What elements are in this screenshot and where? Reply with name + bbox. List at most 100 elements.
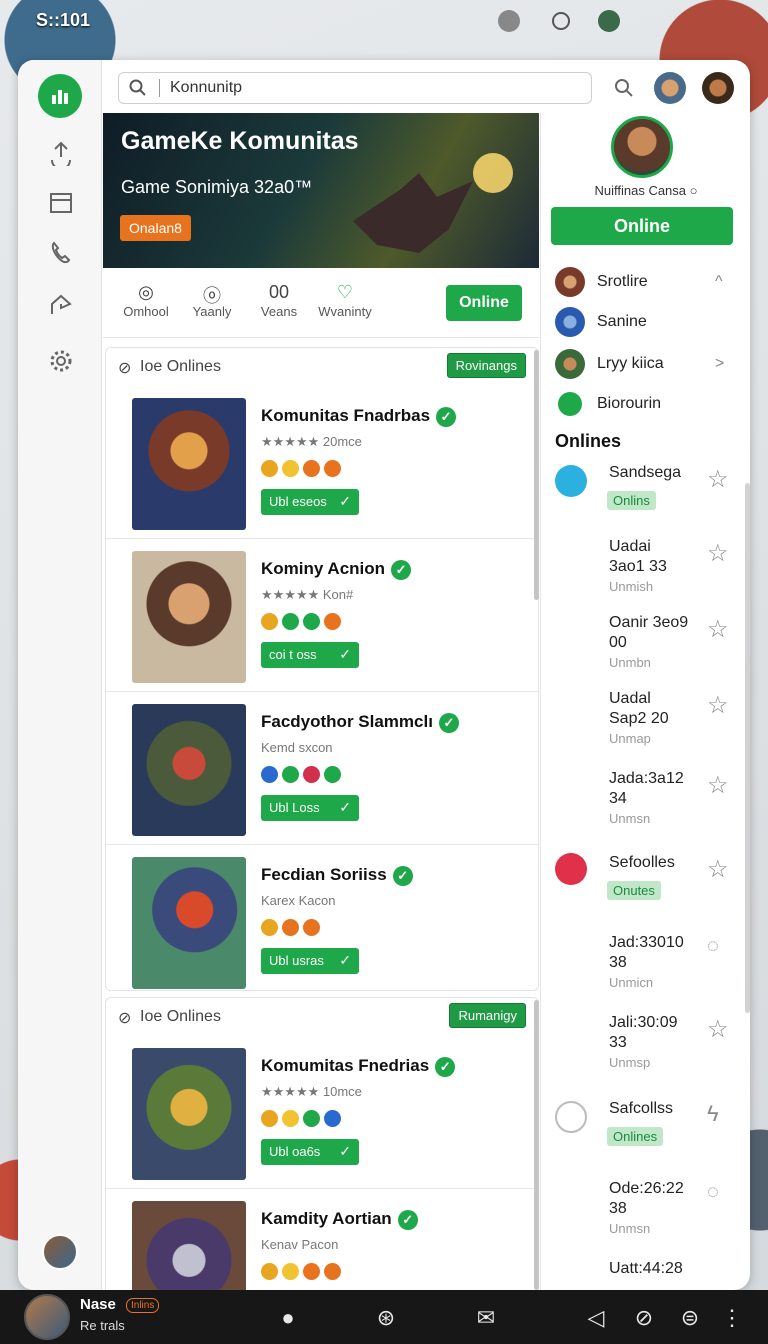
star-icon[interactable]: ☆ [707, 691, 729, 720]
chat-icon[interactable]: ◌ [707, 1181, 719, 1204]
list-header: ⊘ Ioe Onlines Rovinangs [106, 348, 538, 386]
online-item[interactable]: Sefoolles Onutes ☆ [555, 853, 745, 913]
list-item[interactable]: Komunitas Fnadrbas ✓ ★★★★★ 20mce Ubl eseo… [106, 386, 538, 539]
item-title-text: Komunitas Fnadrbas [261, 406, 431, 425]
side-menu-label: Srotlire [597, 273, 648, 290]
stat-omhool[interactable]: ◎ Omhool [111, 282, 181, 319]
online-item[interactable]: Safcollss Onlines ϟ [555, 1099, 745, 1159]
item-action-label: Ubl usras [269, 953, 324, 968]
online-item-title: Sefoolles [609, 854, 675, 871]
list-filter-button[interactable]: Rumanigy [449, 1003, 526, 1028]
star-icon[interactable]: ☆ [707, 1015, 729, 1044]
people-icon[interactable]: ● [274, 1304, 302, 1332]
online-item[interactable]: Jada:3a12 34 Unmsn ☆ [555, 769, 745, 829]
star-icon[interactable]: ☆ [707, 465, 729, 494]
item-action-button[interactable]: Ubl usras ✓ [261, 948, 359, 974]
item-action-button[interactable]: Ubl eseos ✓ [261, 489, 359, 515]
lightning-icon[interactable]: ϟ [707, 1101, 719, 1127]
search-input[interactable]: Konnunitp [118, 72, 592, 104]
main-window: Konnunitp GameKe Komunitas Game Sonimiya… [18, 60, 750, 1290]
status-pill: Onutes [607, 881, 661, 900]
online-item-title: Uadal Sap2 20 [609, 690, 669, 727]
chat-icon[interactable]: ◌ [707, 935, 719, 958]
list-header: ⊘ Ioe Onlines Rumanigy [106, 998, 538, 1036]
online-item[interactable]: Jali:30:09 33 Unmsp ☆ [555, 1013, 745, 1073]
list-scrollbar[interactable] [534, 350, 539, 600]
item-action-label: Ubl Loss [269, 800, 320, 815]
star-icon[interactable]: ☆ [707, 771, 729, 800]
home-icon[interactable]: ⊘ [630, 1304, 658, 1332]
star-icon[interactable]: ☆ [707, 615, 729, 644]
star-icon[interactable]: ☆ [707, 539, 729, 568]
online-item[interactable]: Uadai 3ao1 33 Unmish ☆ [555, 537, 745, 597]
online-item[interactable]: Uadal Sap2 20 Unmap ☆ [555, 689, 745, 749]
item-subtitle: Karex Kacon [261, 893, 336, 908]
item-action-button[interactable]: Ubl Loss ✓ [261, 795, 359, 821]
side-menu-item[interactable]: Lryy kiica > [555, 347, 724, 381]
online-item[interactable]: Ode:26:22 38 Unmsn ◌ [555, 1179, 745, 1239]
list-filter-button[interactable]: Rovinangs [446, 353, 526, 378]
online-item-title: Jali:30:09 33 [609, 1014, 678, 1051]
side-scrollbar[interactable] [745, 483, 750, 1013]
stat-yaanly[interactable]: ⓞ Yaanly [177, 282, 247, 319]
rail-user-avatar[interactable] [42, 1234, 78, 1270]
hero-tag-button[interactable]: Onalan8 [120, 215, 191, 241]
online-button[interactable]: Online [446, 285, 522, 321]
online-item[interactable]: Jad:33010 38 Unmicn ◌ [555, 933, 745, 993]
more-icon[interactable]: ⋮ [718, 1304, 746, 1332]
item-badges [261, 766, 341, 783]
list-item[interactable]: Facdyothor Slammclı ✓ Kemd sxcon Ubl Loss… [106, 692, 538, 845]
side-menu-item[interactable]: Sanine [555, 305, 647, 339]
search-value: Konnunitp [170, 79, 243, 96]
item-badges [261, 1263, 341, 1280]
clock-icon: ◎ [138, 282, 154, 302]
item-action-button[interactable]: coi t oss ✓ [261, 642, 359, 668]
list-item[interactable]: Fecdian Soriiss ✓ Karex Kacon Ubl usras ✓ [106, 845, 538, 990]
list-scrollbar[interactable] [534, 1000, 539, 1290]
game-thumbnail [132, 1201, 246, 1290]
list-item[interactable]: Kominy Acnion ✓ ★★★★★ Kon# coi t oss ✓ [106, 539, 538, 692]
mail-icon[interactable]: ✉ [472, 1304, 500, 1332]
share-icon[interactable] [46, 290, 76, 320]
item-title-text: Komumitas Fnedrias [261, 1056, 430, 1075]
settings-gear-icon[interactable] [46, 346, 76, 376]
verified-icon: ✓ [438, 712, 459, 733]
item-action-button[interactable]: Ubl oa6s ✓ [261, 1139, 359, 1165]
upload-icon[interactable] [46, 138, 76, 168]
search-icon[interactable] [552, 12, 570, 30]
phone-icon[interactable] [46, 238, 76, 268]
item-title: Facdyothor Slammclı ✓ [261, 712, 459, 733]
notification-avatar-icon[interactable] [702, 72, 734, 104]
verified-icon: ✓ [391, 559, 412, 580]
stat-wvaninty[interactable]: ♡ Wvaninty [310, 282, 380, 319]
compass-icon[interactable]: ⊛ [372, 1304, 400, 1332]
verified-icon: ✓ [392, 865, 413, 886]
user-avatar[interactable] [24, 1294, 70, 1340]
app-logo-icon[interactable] [38, 74, 82, 118]
stat-veans[interactable]: 00 Veans [244, 282, 314, 319]
online-item[interactable]: Oanir 3eo9 00 Unmbn ☆ [555, 613, 745, 673]
online-item[interactable]: Sandsega Onlins ☆ [555, 463, 745, 523]
signal-icon [498, 10, 520, 32]
online-status-button[interactable]: Online [551, 207, 733, 245]
back-icon[interactable]: ◁ [582, 1304, 610, 1332]
star-icon[interactable]: ☆ [707, 855, 729, 884]
check-badge-icon [555, 1101, 587, 1133]
item-subtitle: ★★★★★ 10mce [261, 1084, 362, 1099]
list-item[interactable]: Kamdity Aortian ✓ Kenav Pacon [106, 1189, 538, 1290]
window-icon[interactable] [46, 188, 76, 218]
search-icon [129, 79, 146, 96]
chevron-right-icon: > [715, 355, 725, 372]
list-item[interactable]: Komumitas Fnedrias ✓ ★★★★★ 10mce Ubl oa6s… [106, 1036, 538, 1189]
item-title-text: Fecdian Soriiss [261, 865, 387, 884]
side-menu-item[interactable]: Srotlire ^ [555, 265, 723, 299]
side-menu-item[interactable]: Biorourin [555, 387, 661, 421]
search-icon[interactable] [608, 72, 640, 104]
profile-avatar[interactable] [611, 116, 673, 178]
online-item[interactable]: Uatt:44:28 [555, 1259, 745, 1289]
recents-icon[interactable]: ⊜ [676, 1304, 704, 1332]
friend-avatar-icon[interactable] [654, 72, 686, 104]
heart-chat-icon: ♡ [336, 282, 354, 302]
status-avatar-icon [598, 10, 620, 32]
status-pill: Onlins [607, 491, 656, 510]
